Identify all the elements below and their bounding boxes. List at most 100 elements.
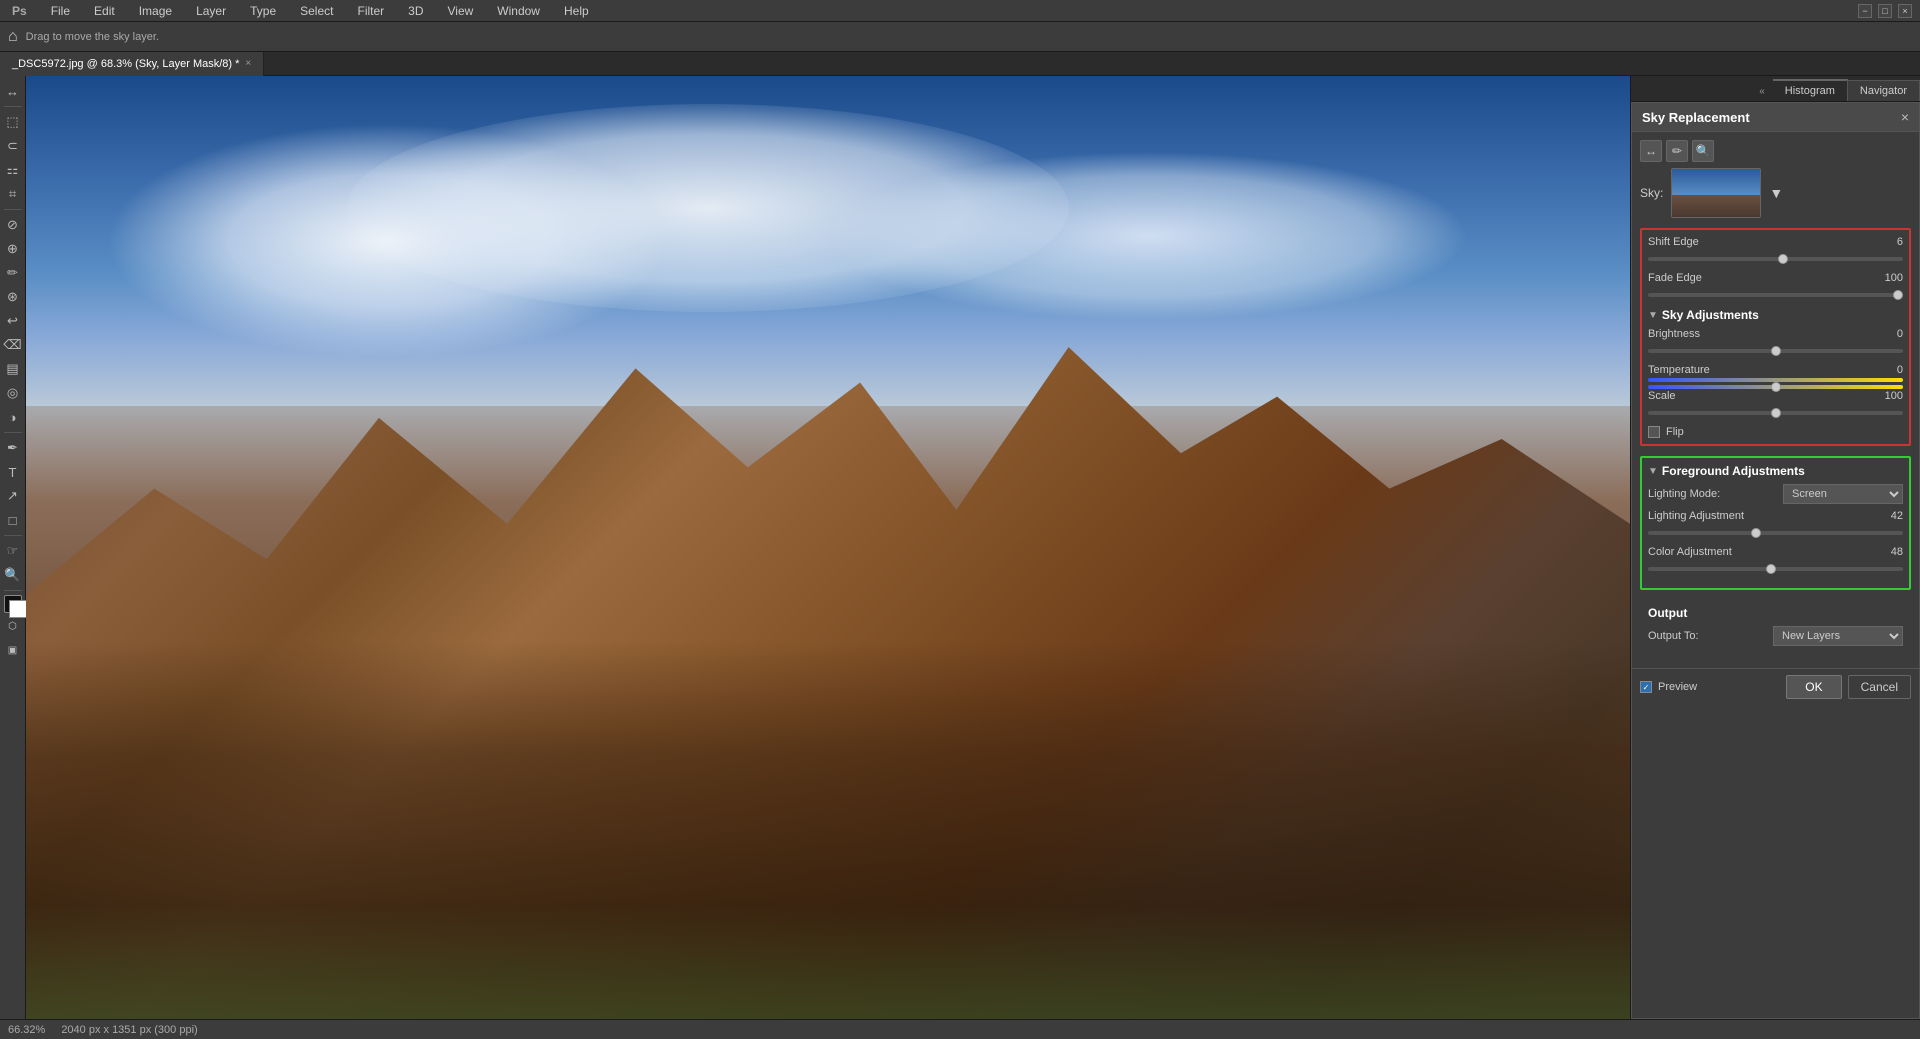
pen-tool[interactable]: ✒ [2,437,24,459]
hand-tool[interactable]: ☞ [2,540,24,562]
fg-adj-collapse-icon[interactable]: ▼ [1648,466,1658,477]
sky-adj-title: Sky Adjustments [1662,308,1759,322]
left-toolbox: ↔ ⬚ ⊂ ⚏ ⌗ ⊘ ⊕ ✏ ⊛ ↩ ⌫ ▤ ◎ ◑ ✒ T ↗ □ ☞ 🔍 … [0,76,26,1019]
dodge-tool[interactable]: ◑ [2,406,24,428]
brightness-slider-container [1648,342,1903,356]
brightness-row: Brightness 0 [1648,328,1903,340]
dialog-header: Sky Replacement × [1632,103,1919,132]
cancel-button[interactable]: Cancel [1848,675,1911,699]
object-select-tool[interactable]: ⚏ [2,159,24,181]
sky-dropdown-button[interactable]: ▼ [1769,185,1783,201]
panel-collapse-icon[interactable]: « [1751,82,1773,101]
menu-ps[interactable]: Ps [8,2,31,20]
output-title: Output [1648,606,1903,620]
history-brush-tool[interactable]: ↩ [2,310,24,332]
sky-selector-row: Sky: ▼ [1640,168,1911,218]
fade-edge-value: 100 [1868,272,1903,284]
tab-histogram[interactable]: Histogram [1773,79,1848,101]
menu-bar: Ps File Edit Image Layer Type Select Fil… [0,0,1920,22]
maximize-button[interactable]: □ [1878,4,1892,18]
color-adj-slider[interactable] [1648,567,1903,571]
sky-zoom-tool[interactable]: 🔍 [1692,140,1714,162]
color-adj-slider-container [1648,560,1903,574]
sky-adj-header: ▼ Sky Adjustments [1648,308,1903,322]
options-bar: ⌂ Drag to move the sky layer. [0,22,1920,52]
spot-healing-tool[interactable]: ⊕ [2,238,24,260]
menu-help[interactable]: Help [560,2,593,20]
lighting-mode-label: Lighting Mode: [1648,488,1720,500]
dialog-title: Sky Replacement [1642,110,1750,125]
window-controls: − □ × [1858,4,1912,18]
flip-row: Flip [1648,426,1903,438]
lighting-mode-select[interactable]: Screen Multiply Luminosity [1783,484,1903,504]
crop-tool[interactable]: ⌗ [2,183,24,205]
lasso-tool[interactable]: ⊂ [2,135,24,157]
foreground-color[interactable] [4,595,22,613]
gradient-tool[interactable]: ▤ [2,358,24,380]
eraser-tool[interactable]: ⌫ [2,334,24,356]
close-button[interactable]: × [1898,4,1912,18]
output-to-select[interactable]: New Layers Duplicate Layer Current Layer [1773,626,1903,646]
eyedropper-tool[interactable]: ⊘ [2,214,24,236]
tab-navigator[interactable]: Navigator [1848,80,1920,101]
menu-type[interactable]: Type [246,2,280,20]
menu-window[interactable]: Window [493,2,544,20]
home-icon[interactable]: ⌂ [8,28,18,46]
output-to-row: Output To: New Layers Duplicate Layer Cu… [1648,626,1903,646]
scale-slider[interactable] [1648,411,1903,415]
active-document-tab[interactable]: _DSC5972.jpg @ 68.3% (Sky, Layer Mask/8)… [0,52,264,76]
clone-stamp-tool[interactable]: ⊛ [2,286,24,308]
flip-checkbox[interactable] [1648,426,1660,438]
document-canvas[interactable] [26,76,1630,1019]
status-bar: 66.32% 2040 px x 1351 px (300 ppi) [0,1019,1920,1039]
menu-select[interactable]: Select [296,2,337,20]
sky-adjustments-section: Shift Edge 6 Fade Edge 100 [1640,228,1911,446]
lighting-adj-slider[interactable] [1648,531,1903,535]
screen-mode-button[interactable]: ▣ [2,639,24,661]
dialog-close-button[interactable]: × [1901,109,1909,125]
menu-3d[interactable]: 3D [404,2,427,20]
menu-image[interactable]: Image [135,2,176,20]
temperature-slider-container [1648,378,1903,382]
foreground-adjustments-section: ▼ Foreground Adjustments Lighting Mode: … [1640,456,1911,590]
shape-tool[interactable]: □ [2,509,24,531]
path-select-tool[interactable]: ↗ [2,485,24,507]
preview-checkbox[interactable]: ✓ [1640,681,1652,693]
sky-replacement-dialog: Sky Replacement × ↔ ✏ 🔍 Sky: ▼ [1631,102,1920,1019]
sky-brush-tool[interactable]: ↔ [1640,140,1662,162]
brightness-slider[interactable] [1648,349,1903,353]
blur-tool[interactable]: ◎ [2,382,24,404]
move-tool[interactable]: ↔ [2,80,24,102]
shift-edge-row: Shift Edge 6 [1648,236,1903,248]
zoom-tool[interactable]: 🔍 [2,564,24,586]
tab-close-button[interactable]: × [245,58,251,69]
brush-tool[interactable]: ✏ [2,262,24,284]
menu-file[interactable]: File [47,2,74,20]
ok-button[interactable]: OK [1786,675,1841,699]
main-area: ↔ ⬚ ⊂ ⚏ ⌗ ⊘ ⊕ ✏ ⊛ ↩ ⌫ ▤ ◎ ◑ ✒ T ↗ □ ☞ 🔍 … [0,76,1920,1019]
sky-paint-tool[interactable]: ✏ [1666,140,1688,162]
tool-separator-3 [4,432,22,433]
text-tool[interactable]: T [2,461,24,483]
scale-slider-container [1648,404,1903,418]
menu-edit[interactable]: Edit [90,2,119,20]
dialog-tools-row: ↔ ✏ 🔍 [1640,140,1911,162]
output-section: Output Output To: New Layers Duplicate L… [1640,600,1911,660]
menu-view[interactable]: View [444,2,478,20]
sky-preview-thumbnail[interactable] [1671,168,1761,218]
brightness-label: Brightness [1648,328,1868,340]
fade-edge-label: Fade Edge [1648,272,1868,284]
minimize-button[interactable]: − [1858,4,1872,18]
menu-filter[interactable]: Filter [353,2,388,20]
fade-edge-slider[interactable] [1648,293,1903,297]
shift-edge-slider[interactable] [1648,257,1903,261]
quick-mask-button[interactable]: ⬡ [2,615,24,637]
tab-label: _DSC5972.jpg @ 68.3% (Sky, Layer Mask/8)… [12,58,239,70]
canvas-area [26,76,1630,1019]
sky-adj-collapse-icon[interactable]: ▼ [1648,310,1658,321]
right-panel: « Histogram Navigator Sky Replacement × … [1630,76,1920,1019]
color-adj-row: Color Adjustment 48 [1648,546,1903,558]
temperature-slider[interactable] [1648,385,1903,389]
marquee-tool[interactable]: ⬚ [2,111,24,133]
menu-layer[interactable]: Layer [192,2,230,20]
